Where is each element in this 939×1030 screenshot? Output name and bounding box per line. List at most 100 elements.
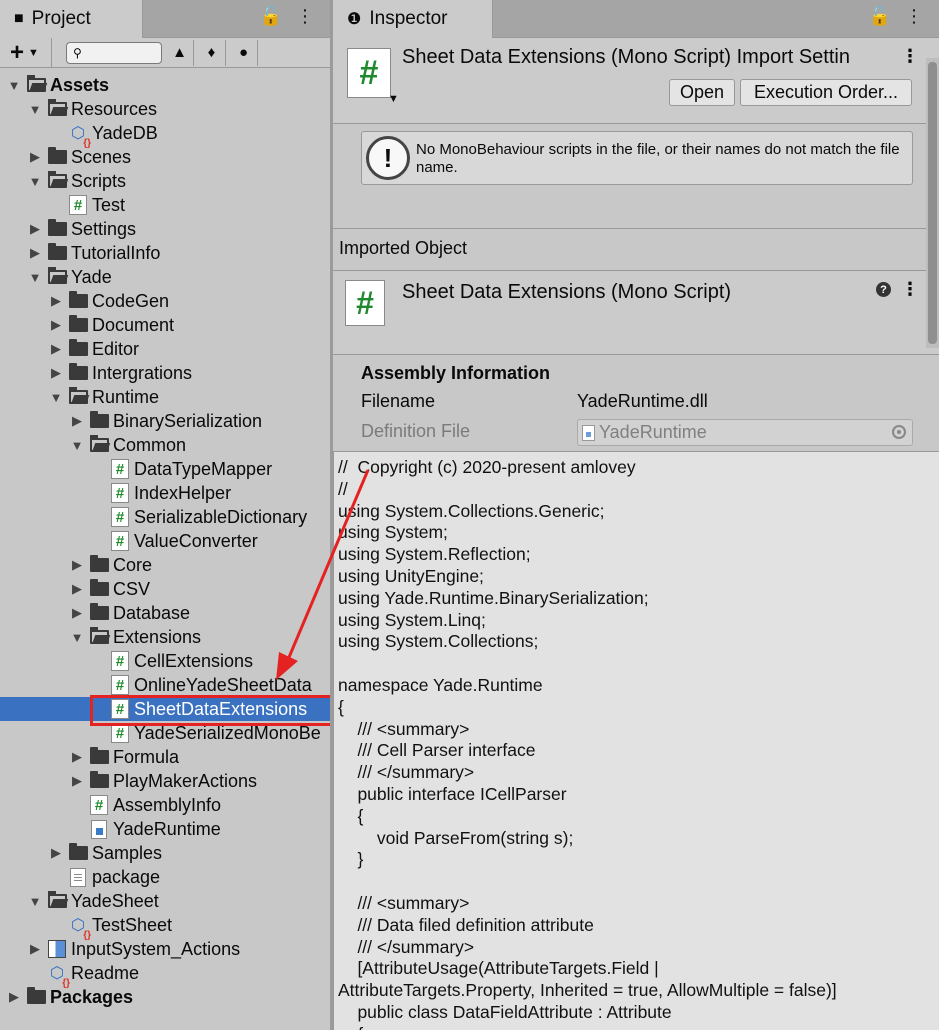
dropdown-caret-icon[interactable]: ▼ [388, 93, 399, 105]
tree-item[interactable]: ▶ Document [0, 313, 330, 337]
csharp-script-icon: # [110, 723, 130, 743]
kebab-menu-icon[interactable]: ⋮ [901, 46, 919, 67]
kebab-menu-icon[interactable]: ⋮ [296, 6, 314, 27]
expand-arrow-icon[interactable]: ▼ [69, 630, 85, 645]
create-button[interactable]: + ▼ [0, 37, 52, 68]
tree-item[interactable]: # Test [0, 193, 330, 217]
tree-item[interactable]: ⬡{} YadeDB [0, 121, 330, 150]
tree-item[interactable]: ▶ Scenes [0, 145, 330, 169]
tree-item[interactable]: # SerializableDictionary [0, 505, 330, 529]
help-area: ! No MonoBehaviour scripts in the file, … [333, 125, 939, 229]
lock-icon[interactable]: 🔓 [260, 6, 282, 27]
tree-item[interactable]: ▶ Samples [0, 841, 330, 865]
project-toolbar: + ▼ ⚲ ▲ ♦ ● [0, 37, 330, 68]
tree-item[interactable]: ▶ CodeGen [0, 289, 330, 313]
collapse-arrow-icon[interactable]: ▶ [69, 773, 85, 789]
collapse-arrow-icon[interactable]: ▶ [27, 245, 43, 261]
tab-inspector[interactable]: ❶ Inspector [333, 0, 493, 38]
inspector-scrollbar[interactable] [926, 58, 939, 348]
tree-item-label: Packages [50, 986, 134, 1007]
tree-item[interactable]: ▶ Editor [0, 337, 330, 361]
tree-item[interactable]: YadeRuntime [0, 817, 330, 841]
tree-item[interactable]: # YadeSerializedMonoBe [0, 721, 330, 745]
tree-item[interactable]: ▼ YadeSheet [0, 889, 330, 913]
tree-item[interactable]: ▼ Runtime [0, 385, 330, 409]
tree-item[interactable]: ▼ Resources [0, 97, 330, 121]
help-icon[interactable]: ? [876, 282, 891, 297]
execution-order-button[interactable]: Execution Order... [740, 79, 912, 106]
code-preview: // Copyright (c) 2020-present amlovey //… [333, 451, 939, 1030]
tree-item[interactable]: ▶ BinarySerialization [0, 409, 330, 433]
collapse-arrow-icon[interactable]: ▶ [27, 941, 43, 957]
expand-arrow-icon[interactable]: ▼ [27, 174, 43, 189]
tree-item[interactable]: # SheetDataExtensions [0, 697, 330, 721]
lock-icon[interactable]: 🔓 [869, 6, 891, 27]
project-tab-actions: 🔓 ⋮ [260, 6, 314, 27]
collapse-arrow-icon[interactable]: ▶ [69, 749, 85, 765]
open-button[interactable]: Open [669, 79, 735, 106]
collapse-arrow-icon[interactable]: ▶ [48, 293, 64, 309]
collapse-arrow-icon[interactable]: ▶ [69, 413, 85, 429]
scrollbar-thumb[interactable] [928, 62, 937, 344]
search-input[interactable]: ⚲ [66, 41, 162, 64]
tree-item[interactable]: # DataTypeMapper [0, 457, 330, 481]
collapse-arrow-icon[interactable]: ▶ [69, 581, 85, 597]
tree-item[interactable]: ⬡{} TestSheet [0, 913, 330, 942]
folder-open-icon [47, 99, 67, 119]
kebab-menu-icon[interactable]: ⋮ [905, 6, 923, 27]
tree-item[interactable]: # OnlineYadeSheetData [0, 673, 330, 697]
tree-item[interactable]: # AssemblyInfo [0, 793, 330, 817]
tree-item[interactable]: # CellExtensions [0, 649, 330, 673]
tree-item[interactable]: ▶ TutorialInfo [0, 241, 330, 265]
collapse-arrow-icon[interactable]: ▶ [27, 149, 43, 165]
expand-arrow-icon[interactable]: ▼ [27, 894, 43, 909]
expand-arrow-icon[interactable]: ▼ [27, 102, 43, 117]
csharp-script-icon: # [110, 507, 130, 527]
folder-icon [89, 579, 109, 599]
collapse-arrow-icon[interactable]: ▶ [27, 221, 43, 237]
tree-item[interactable]: ▶ PlayMakerActions [0, 769, 330, 793]
tree-item[interactable]: ▼ Extensions [0, 625, 330, 649]
kebab-menu-icon[interactable]: ⋮ [901, 279, 919, 300]
tree-item[interactable]: # IndexHelper [0, 481, 330, 505]
collapse-arrow-icon[interactable]: ▶ [48, 365, 64, 381]
tree-item[interactable]: ▶ CSV [0, 577, 330, 601]
csharp-script-icon: # [110, 651, 130, 671]
folder-icon [47, 243, 67, 263]
tab-inspector-label: Inspector [369, 8, 448, 29]
collapse-arrow-icon[interactable]: ▶ [6, 989, 22, 1005]
csharp-script-icon: # [68, 195, 88, 215]
expand-arrow-icon[interactable]: ▼ [6, 78, 22, 93]
collapse-arrow-icon[interactable]: ▶ [48, 317, 64, 333]
tree-item[interactable]: ▶ InputSystem_Actions [0, 937, 330, 961]
tree-item[interactable]: package [0, 865, 330, 889]
tree-item[interactable]: ⬡{} Readme [0, 961, 330, 990]
expand-arrow-icon[interactable]: ▼ [48, 390, 64, 405]
tree-item[interactable]: ▼ Scripts [0, 169, 330, 193]
collapse-arrow-icon[interactable]: ▶ [48, 845, 64, 861]
collapse-arrow-icon[interactable]: ▶ [69, 605, 85, 621]
collapse-arrow-icon[interactable]: ▶ [48, 341, 64, 357]
tree-item[interactable]: ▶ Intergrations [0, 361, 330, 385]
expand-arrow-icon[interactable]: ▼ [69, 438, 85, 453]
tab-project[interactable]: ■ Project [0, 0, 143, 38]
folder-icon [26, 987, 46, 1007]
label-filter-icon[interactable]: ♦ [198, 39, 226, 66]
tree-item[interactable]: ▼ Yade [0, 265, 330, 289]
tree-item[interactable]: ▶ Settings [0, 217, 330, 241]
tree-item[interactable]: ▶ Packages [0, 985, 330, 1009]
expand-arrow-icon[interactable]: ▼ [27, 270, 43, 285]
tree-item[interactable]: ▼ Assets [0, 73, 330, 97]
collapse-arrow-icon[interactable]: ▶ [69, 557, 85, 573]
tree-item[interactable]: ▶ Formula [0, 745, 330, 769]
tree-item[interactable]: ▶ Core [0, 553, 330, 577]
tree-item[interactable]: # ValueConverter [0, 529, 330, 553]
assembly-definition-icon [582, 424, 595, 441]
search-by-type-icon[interactable]: ▲ [166, 39, 194, 66]
tree-item[interactable]: ▶ Database [0, 601, 330, 625]
definition-file-field[interactable]: YadeRuntime [577, 419, 913, 446]
tree-item[interactable]: ▼ Common [0, 433, 330, 457]
favorite-icon[interactable]: ● [230, 39, 258, 66]
object-picker-icon[interactable] [892, 425, 906, 439]
tree-item-label: Common [113, 434, 187, 455]
